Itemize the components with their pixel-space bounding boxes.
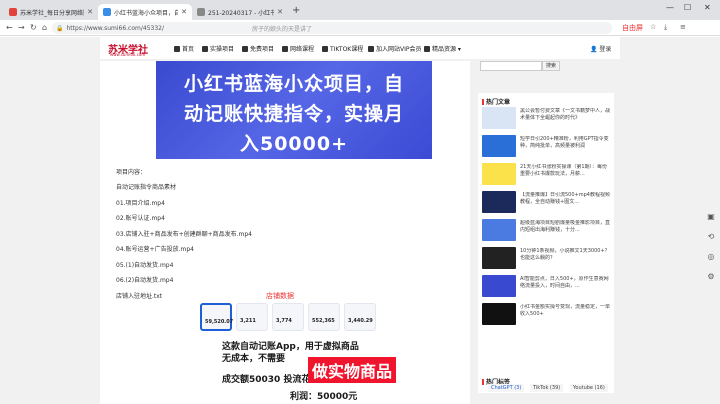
body-line: 03.店铺入驻+商品发布+创建群聊+商品发布.mp4 — [116, 231, 253, 238]
sidebar: 搜索 热门文章 黑公会暂付费文章《一文书籍梦中人，战术量体下全崛起你的时代》 短… — [478, 37, 614, 404]
article-thumbnail — [482, 191, 516, 213]
list-item[interactable]: 10分钟1条视频，小说推文1天3000+？也能这么躺的？ — [482, 247, 610, 273]
search-button[interactable]: 搜索 — [542, 61, 560, 71]
crown-icon — [368, 46, 374, 52]
close-icon[interactable]: ✕ — [277, 8, 283, 16]
article-content: 小红书蓝海小众项目，自 动记账快捷指令，实操月 入50000+ 项目内容： 自动… — [100, 61, 470, 404]
nav-home[interactable]: 首页 — [174, 44, 194, 53]
close-icon[interactable]: ✕ — [87, 8, 93, 16]
stat-card: 552,365 — [308, 303, 340, 331]
browser-titlebar: 苏米学社_每日分享网络赚钱 ✕ 小红书蓝海小众项目，自动记 ✕ 251-2024… — [0, 0, 720, 20]
browser-tab-1[interactable]: 苏米学社_每日分享网络赚钱 ✕ — [4, 4, 98, 20]
article-thumbnail — [482, 303, 516, 325]
minimize-icon[interactable]: — — [666, 3, 674, 12]
article-thumbnail — [482, 247, 516, 269]
list-item[interactable]: 短学日引200+精准粉，利用GPT指令变种，简纯批单，高频量被利润 — [482, 135, 610, 161]
play-icon — [322, 46, 328, 52]
home-icon[interactable]: ⌂ — [42, 23, 47, 32]
folder-icon — [202, 46, 208, 52]
stat-card: 3,211 — [236, 303, 268, 331]
toolbar-icon[interactable]: ▣ — [704, 212, 718, 226]
url-text: https://www.sumi66.com/45332/ — [66, 24, 164, 32]
toolbar-icon[interactable]: ◎ — [704, 252, 718, 266]
banner-line: 动记账快捷指令，实操月 — [183, 103, 404, 125]
browser-tab-3[interactable]: 251-20240317 - 小红书蓝海 ✕ — [192, 4, 288, 20]
list-item[interactable]: 21天小红书涨粉实操课（第1期）：每份重要小红书爆款玩法，月薪... — [482, 163, 610, 189]
article-thumbnail — [482, 219, 516, 241]
extension-label[interactable]: 自由屏 — [622, 23, 643, 33]
tab-title: 251-20240317 - 小红书蓝海 — [208, 9, 275, 17]
screenshot-header: 店铺数据 — [266, 292, 294, 300]
web-page: 苏米学社 www.sumi66.com 首页 实操项目 免费项目 网络课程 TI… — [0, 37, 720, 404]
article-thumbnail — [482, 135, 516, 157]
search-input[interactable] — [480, 61, 542, 71]
overlay-highlight: 做实物商品 — [308, 357, 397, 383]
article-screenshot: 店铺数据 59,520.07 3,211 3,774 552,365 3,440… — [198, 289, 384, 404]
tab-favicon — [103, 8, 111, 16]
site-logo-sub: www.sumi66.com — [110, 52, 146, 57]
stat-card: 59,520.07 — [200, 303, 233, 331]
article-thumbnail — [482, 163, 516, 185]
body-line: 项目内容： — [116, 169, 147, 176]
nav-tiktok[interactable]: TIKTOK课程 — [322, 44, 363, 53]
nav-courses[interactable]: 网络课程 — [282, 44, 314, 53]
tag-chip[interactable]: Youtube (16) — [570, 384, 608, 392]
tab-favicon — [197, 8, 205, 16]
nav-resources[interactable]: 精品资源 ▾ — [424, 44, 461, 53]
gift-icon — [242, 46, 248, 52]
book-icon — [282, 46, 288, 52]
close-window-icon[interactable]: ✕ — [704, 3, 711, 12]
overlay-caption: 利润：50000元 — [290, 392, 358, 402]
close-icon[interactable]: ✕ — [181, 8, 187, 16]
list-item[interactable]: 小红书金额实操号变现，流量稳定，一单收入500+ — [482, 303, 610, 329]
home-icon — [174, 46, 180, 52]
url-input[interactable]: 🔒 https://www.sumi66.com/45332/ 房子的娘头的天是… — [52, 22, 612, 34]
reload-icon[interactable]: ↻ — [30, 23, 37, 32]
search-hint: 房子的娘头的天是讲了 — [252, 26, 313, 33]
side-toolbar: ▣ ⟲ ◎ ⚙ — [704, 212, 718, 292]
back-icon[interactable]: ← — [6, 23, 13, 32]
list-item[interactable]: 黑公会暂付费文章《一文书籍梦中人，战术量体下全崛起你的时代》 — [482, 107, 610, 133]
nav-vip[interactable]: 加入网站VIP会员 — [368, 44, 422, 53]
lock-icon: 🔒 — [56, 24, 64, 32]
body-line: 02.账号认证.mp4 — [116, 215, 165, 222]
list-item[interactable]: AI智能剪点，日入500+，原作生意赛网络流量投入，时间自由，... — [482, 275, 610, 301]
toolbar-icon[interactable]: ⟲ — [704, 232, 718, 246]
tab-favicon — [9, 8, 17, 16]
tab-title: 苏米学社_每日分享网络赚钱 — [20, 9, 84, 17]
article-banner: 小红书蓝海小众项目，自 动记账快捷指令，实操月 入50000+ — [156, 61, 432, 159]
star-icon[interactable]: ☆ — [650, 23, 656, 31]
tab-title: 小红书蓝海小众项目，自动记 — [114, 9, 179, 17]
nav-free[interactable]: 免费项目 — [242, 44, 274, 53]
maximize-icon[interactable]: ☐ — [684, 3, 691, 12]
body-line: 自动记账指令商品素材 — [116, 184, 177, 191]
tag-chip[interactable]: TikTok (39) — [530, 384, 564, 392]
panel-title: 热门文章 — [482, 97, 510, 106]
article-thumbnail — [482, 275, 516, 297]
overlay-caption: 无成本，不需要 — [222, 354, 286, 364]
body-line: 01.项目介绍.mp4 — [116, 200, 165, 207]
stat-card: 3,774 — [272, 303, 304, 331]
banner-line: 入50000+ — [239, 133, 349, 155]
toolbar-icon[interactable]: ⚙ — [704, 272, 718, 286]
body-line: 05.(1)自动发货.mp4 — [116, 262, 174, 269]
download-icon[interactable]: ⤓ — [664, 23, 667, 32]
box-icon — [424, 46, 430, 52]
body-line: 06.(2)自动发货.mp4 — [116, 277, 174, 284]
new-tab-button[interactable]: + — [292, 5, 300, 16]
banner-line: 小红书蓝海小众项目，自 — [183, 73, 404, 95]
body-line: 04.账号运营+广告投放.mp4 — [116, 246, 194, 253]
article-thumbnail — [482, 107, 516, 129]
body-line: 店铺入驻地址.txt — [116, 293, 163, 300]
tag-chip[interactable]: ChatGPT (3) — [488, 384, 525, 392]
nav-practice[interactable]: 实操项目 — [202, 44, 234, 53]
stat-card: 3,440.29 — [344, 303, 376, 331]
browser-tab-2[interactable]: 小红书蓝海小众项目，自动记 ✕ — [98, 4, 192, 20]
menu-icon[interactable]: ≡ — [680, 23, 686, 31]
hot-articles-panel: 热门文章 黑公会暂付费文章《一文书籍梦中人，战术量体下全崛起你的时代》 短学日引… — [478, 93, 614, 393]
forward-icon[interactable]: → — [18, 23, 25, 32]
address-bar: ← → ↻ ⌂ 🔒 https://www.sumi66.com/45332/ … — [0, 20, 720, 36]
list-item[interactable]: 【流量推爆】日引流500+mp4教程视频教程，全自动赚钱+图文... — [482, 191, 610, 217]
list-item[interactable]: 超级蓝海项目短剧爆量吸金推影项目，直内短组出海利赚钱，十分... — [482, 219, 610, 245]
